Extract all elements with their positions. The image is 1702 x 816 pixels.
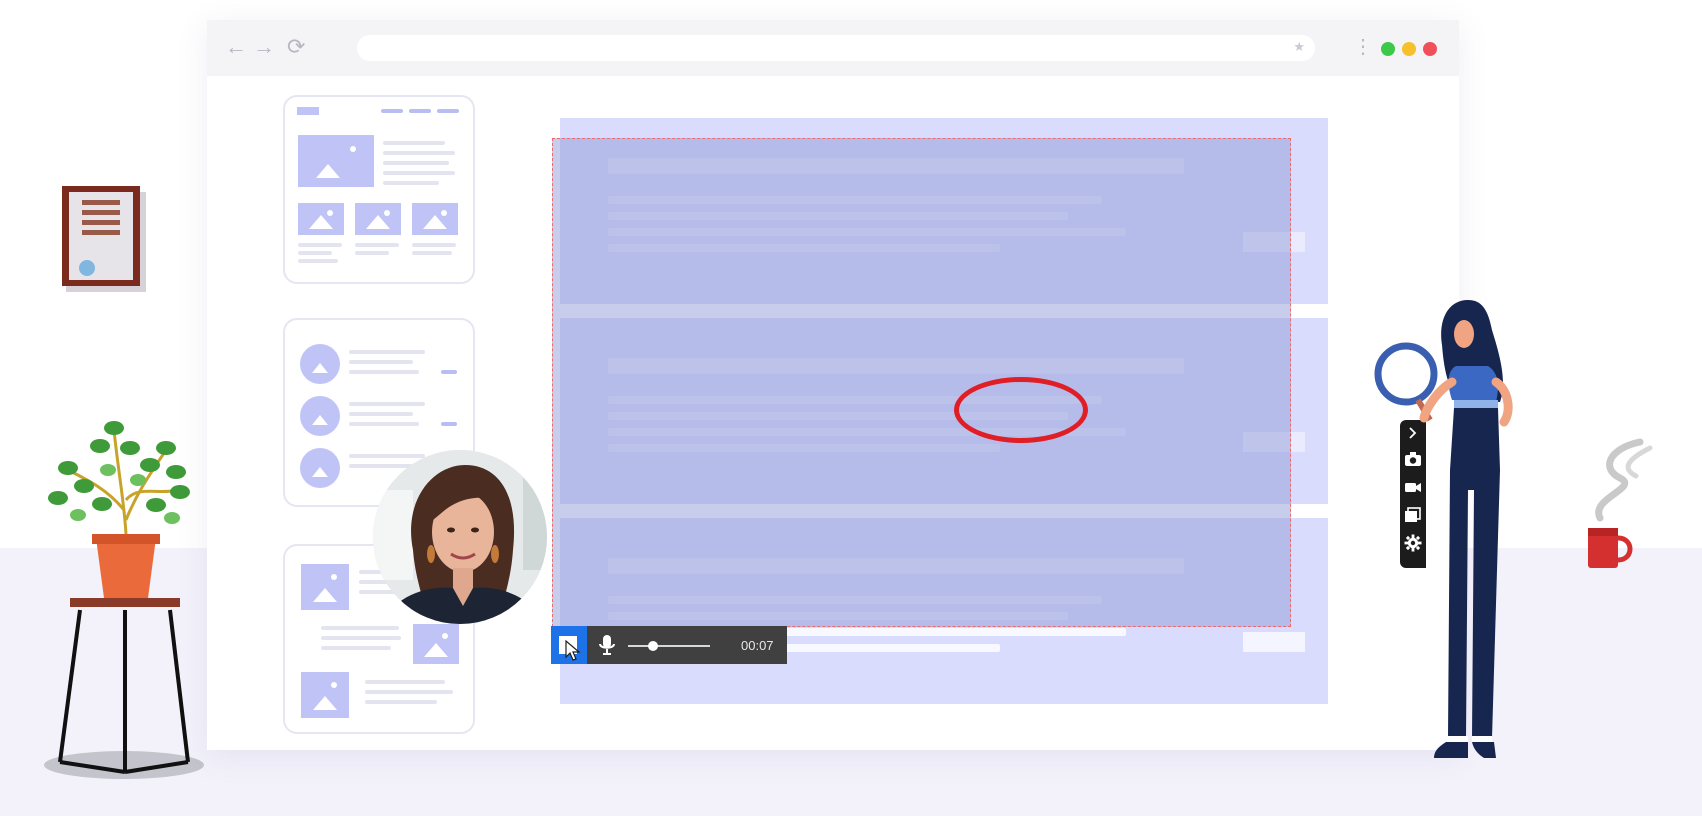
reload-icon[interactable]: ⟳ xyxy=(287,34,305,60)
minimize-dot-button[interactable] xyxy=(1402,42,1416,56)
wireframe-card-gallery xyxy=(283,95,475,284)
microphone-icon[interactable] xyxy=(595,633,619,657)
annotation-ellipse[interactable] xyxy=(954,377,1088,443)
browser-toolbar: ← → ⟳ ★ ⋮ xyxy=(207,20,1459,76)
avatar-placeholder-icon xyxy=(300,344,340,384)
image-placeholder-icon xyxy=(412,203,458,235)
capture-selection-area[interactable] xyxy=(552,138,1291,627)
cursor-icon xyxy=(565,640,581,661)
volume-slider-knob[interactable] xyxy=(647,641,658,651)
avatar-placeholder-icon xyxy=(300,396,340,436)
image-placeholder-icon xyxy=(301,564,349,610)
volume-slider[interactable] xyxy=(628,641,710,651)
recording-timer: 00:07 xyxy=(741,638,774,653)
coffee-mug-illustration xyxy=(1588,438,1653,568)
potted-plant-illustration xyxy=(44,421,204,779)
wireframe-logo xyxy=(297,107,319,115)
image-placeholder-icon xyxy=(301,672,349,718)
forward-icon[interactable]: → xyxy=(253,34,275,60)
image-placeholder-icon xyxy=(413,624,459,664)
content-button[interactable] xyxy=(1243,632,1305,652)
recording-control-bar: 00:07 xyxy=(551,626,787,664)
woman-with-magnifier-illustration xyxy=(1374,300,1513,758)
webcam-bubble[interactable] xyxy=(373,450,547,624)
maximize-dot-button[interactable] xyxy=(1381,42,1395,56)
close-dot-button[interactable] xyxy=(1423,42,1437,56)
stop-recording-button[interactable] xyxy=(551,626,587,664)
avatar-placeholder-icon xyxy=(300,448,340,488)
image-placeholder-icon xyxy=(298,203,344,235)
framed-certificate-illustration xyxy=(62,186,146,292)
image-placeholder-icon xyxy=(298,135,374,187)
browser-menu-icon[interactable]: ⋮ xyxy=(1353,34,1373,60)
address-bar[interactable]: ★ xyxy=(357,35,1315,61)
bookmark-star-icon[interactable]: ★ xyxy=(1293,39,1305,55)
presenter-photo xyxy=(373,450,547,624)
image-placeholder-icon xyxy=(355,203,401,235)
back-icon[interactable]: ← xyxy=(225,34,247,60)
